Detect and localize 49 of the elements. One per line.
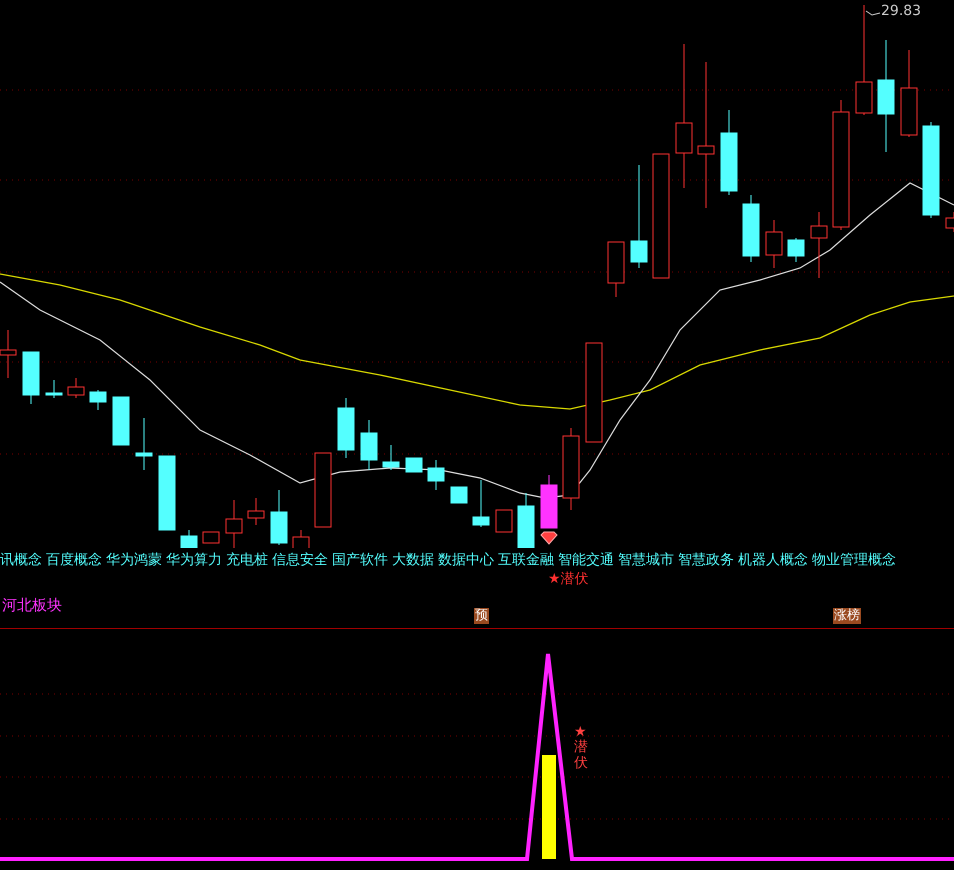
candlestick [90,390,106,410]
concept-tag[interactable]: 智能交通 [558,551,614,569]
concept-tag[interactable]: 国产软件 [332,551,388,569]
candlestick [180,530,198,548]
candlestick [338,398,354,458]
signal-label: ★潜伏 [548,570,589,588]
candlestick [788,238,804,262]
candlestick [136,418,152,470]
candlestick [202,532,220,544]
candlestick [360,420,378,470]
signal-badge: 预 [474,608,489,624]
concept-tag[interactable]: 百度概念 [46,551,102,569]
candlestick [450,486,468,504]
candlestick [540,474,558,528]
candlestick [46,380,62,398]
concept-tag[interactable]: 充电桩 [226,551,268,569]
candlestick [766,220,782,268]
candlestick [428,460,444,490]
candlestick [248,498,264,526]
signal-badge: 涨榜 [833,608,861,624]
candlestick [406,458,422,472]
concept-tag[interactable]: 讯概念 [0,551,42,569]
diamond-icon [540,532,558,545]
candlestick [472,480,490,528]
candlestick [382,444,400,470]
candlestick [68,378,84,398]
concept-tag[interactable]: 智慧政务 [678,551,734,569]
concept-tag[interactable]: 机器人概念 [738,551,808,569]
candlestick [742,194,760,262]
candlestick [810,212,828,278]
concept-tag[interactable]: 华为鸿蒙 [106,551,162,569]
candlestick [496,510,512,532]
candlestick [226,500,242,548]
candlestick [608,242,624,298]
concept-tag[interactable]: 信息安全 [272,551,328,569]
candlestick [22,352,40,404]
concept-tag[interactable]: 数据中心 [438,551,494,569]
candlestick [292,530,310,548]
candlestick [270,490,288,546]
concept-tag[interactable]: 互联金融 [498,551,554,569]
vertical-signal-label: ★潜伏 [574,725,588,772]
high-price-label: 29.83 [881,3,922,19]
concept-tag[interactable]: 智慧城市 [618,551,674,569]
concept-tag[interactable]: 物业管理概念 [812,551,896,569]
sector-label[interactable]: 河北板块 [2,596,62,615]
candlestick [112,396,130,446]
candlestick [518,492,534,548]
concept-tag[interactable]: 华为算力 [166,551,222,569]
concept-tag[interactable]: 大数据 [392,551,434,569]
